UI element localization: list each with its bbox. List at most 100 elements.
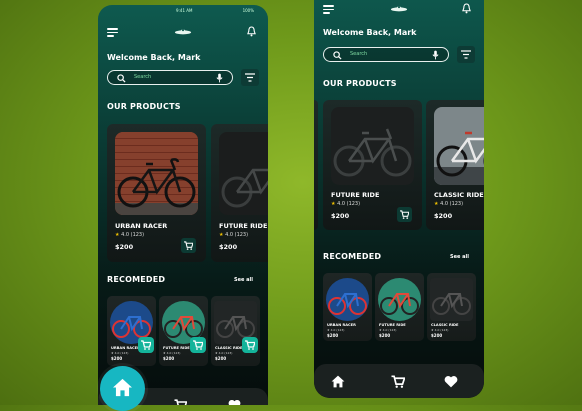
product-name: FUTURE RIDE xyxy=(331,191,380,199)
cart-icon xyxy=(245,340,255,350)
recommended-card[interactable]: URBAN RACER ★ 4.0 (123) $200 xyxy=(323,273,372,341)
star-icon: ★ xyxy=(379,328,382,332)
add-to-cart-button[interactable] xyxy=(190,337,206,353)
product-rating-value: 4.0 (123) xyxy=(121,232,145,238)
cart-icon[interactable] xyxy=(174,399,187,405)
recommended-rating-value: 4.0 (123) xyxy=(166,351,181,355)
product-card[interactable]: URBAN RACER ★ 4.0 (123) $200 xyxy=(107,124,206,262)
bike-illustration xyxy=(221,168,268,208)
recommended-name: FUTURE RIDE xyxy=(163,346,190,350)
product-price: $200 xyxy=(331,212,350,220)
add-to-cart-button[interactable] xyxy=(242,337,258,353)
product-rating: ★ 4.0 (123) xyxy=(434,201,463,207)
star-icon: ★ xyxy=(331,201,336,207)
status-bar: 9:41 AM 100% xyxy=(98,5,268,17)
recommended-rating: ★ 4.0 (123) xyxy=(327,328,344,332)
greeting-title: Welcome Back, Mark xyxy=(107,53,201,62)
product-name: CLASSIC RIDE xyxy=(434,191,484,199)
add-to-cart-button[interactable] xyxy=(397,207,412,222)
bike-illustration xyxy=(328,293,367,315)
recommended-card[interactable]: URBAN RACER ★ 4.0 (123) $200 xyxy=(107,296,156,366)
cart-icon xyxy=(141,340,151,350)
phone-screen-left: 9:41 AM 100% Welcome Back, Mark Search O… xyxy=(98,5,268,405)
recommended-rating: ★ 4.0 (123) xyxy=(379,328,396,332)
heart-icon[interactable] xyxy=(228,399,241,405)
product-card[interactable]: CLASSIC RIDE ★ 4.0 (123) $200 xyxy=(426,100,484,230)
star-icon: ★ xyxy=(115,232,120,238)
star-icon: ★ xyxy=(111,351,114,355)
bottom-nav xyxy=(314,364,484,398)
star-icon: ★ xyxy=(434,201,439,207)
product-card[interactable]: FUTURE RIDE ★ 4.0 (123) $200 xyxy=(323,100,422,230)
search-placeholder: Search xyxy=(350,51,368,57)
product-name: URBAN RACER xyxy=(115,222,168,230)
greeting-title: Welcome Back, Mark xyxy=(323,28,417,37)
bell-icon[interactable] xyxy=(247,26,256,37)
bike-illustration xyxy=(333,128,412,177)
recommended-name: URBAN RACER xyxy=(111,346,140,350)
recommended-card[interactable]: CLASSIC RIDE ★ 4.0 (123) $200 xyxy=(427,273,476,341)
recommended-price: $200 xyxy=(327,333,339,338)
filter-button[interactable] xyxy=(241,69,259,86)
logo-icon xyxy=(174,29,192,35)
cart-icon xyxy=(400,210,409,219)
recommended-rating-value: 4.0 (123) xyxy=(114,351,129,355)
product-image xyxy=(331,107,414,185)
see-all-link[interactable]: See all xyxy=(450,254,469,260)
recommended-section-title: RECOMEDED xyxy=(107,275,166,284)
product-rating: ★ 4.0 (123) xyxy=(115,232,144,238)
recommended-rating: ★ 4.0 (123) xyxy=(111,351,128,355)
search-icon xyxy=(333,51,342,60)
recommended-rating-value: 4.0 (123) xyxy=(382,328,397,332)
filter-button[interactable] xyxy=(457,46,475,63)
phone-screen-right: Welcome Back, Mark Search OUR PRODUCTS F… xyxy=(314,0,484,398)
recommended-name: CLASSIC RIDE xyxy=(215,346,243,350)
search-input[interactable]: Search xyxy=(323,47,449,62)
product-price: $200 xyxy=(115,243,134,251)
products-section-title: OUR PRODUCTS xyxy=(107,102,181,111)
recommended-rating-value: 4.0 (123) xyxy=(434,328,449,332)
product-name: FUTURE RIDE xyxy=(219,222,268,230)
recommended-card[interactable]: CLASSIC RIDE ★ 4.0 (123) $200 xyxy=(211,296,260,366)
product-image xyxy=(115,132,198,215)
filter-icon xyxy=(245,73,255,82)
add-to-cart-button[interactable] xyxy=(181,238,196,253)
menu-icon[interactable] xyxy=(107,28,118,37)
heart-icon[interactable] xyxy=(444,375,458,388)
recommended-price: $200 xyxy=(163,356,175,361)
cart-icon[interactable] xyxy=(391,375,405,388)
mic-icon[interactable] xyxy=(432,50,439,60)
bike-illustration xyxy=(432,293,471,315)
bike-illustration xyxy=(436,131,484,177)
status-battery: 100% xyxy=(242,8,254,13)
recommended-rating-value: 4.0 (123) xyxy=(330,328,345,332)
see-all-link[interactable]: See all xyxy=(234,277,253,283)
product-price: $200 xyxy=(434,212,453,220)
recommended-card[interactable]: FUTURE RIDE ★ 4.0 (123) $200 xyxy=(375,273,424,341)
product-card-partial[interactable] xyxy=(314,100,318,230)
recommended-section-title: RECOMEDED xyxy=(323,252,382,261)
mic-icon[interactable] xyxy=(216,73,223,83)
product-image xyxy=(378,278,421,321)
product-card[interactable]: FUTURE RIDE ★ 4.0 (123) $200 xyxy=(211,124,268,262)
search-input[interactable]: Search xyxy=(107,70,233,85)
product-rating: ★ 4.0 (123) xyxy=(219,232,248,238)
recommended-rating-value: 4.0 (123) xyxy=(218,351,233,355)
star-icon: ★ xyxy=(327,328,330,332)
bell-icon[interactable] xyxy=(462,3,471,14)
star-icon: ★ xyxy=(215,351,218,355)
home-icon[interactable] xyxy=(331,375,345,388)
cart-icon xyxy=(184,241,193,250)
product-image xyxy=(430,278,473,321)
product-rating-value: 4.0 (123) xyxy=(337,201,361,207)
bike-illustration xyxy=(117,158,196,208)
search-placeholder: Search xyxy=(134,74,152,80)
product-price: $200 xyxy=(219,243,238,251)
menu-icon[interactable] xyxy=(323,5,334,14)
recommended-name: CLASSIC RIDE xyxy=(431,323,459,327)
recommended-rating: ★ 4.0 (123) xyxy=(431,328,448,332)
add-to-cart-button[interactable] xyxy=(138,337,154,353)
home-fab-button[interactable] xyxy=(100,366,145,411)
recommended-card[interactable]: FUTURE RIDE ★ 4.0 (123) $200 xyxy=(159,296,208,366)
product-rating-value: 4.0 (123) xyxy=(225,232,249,238)
